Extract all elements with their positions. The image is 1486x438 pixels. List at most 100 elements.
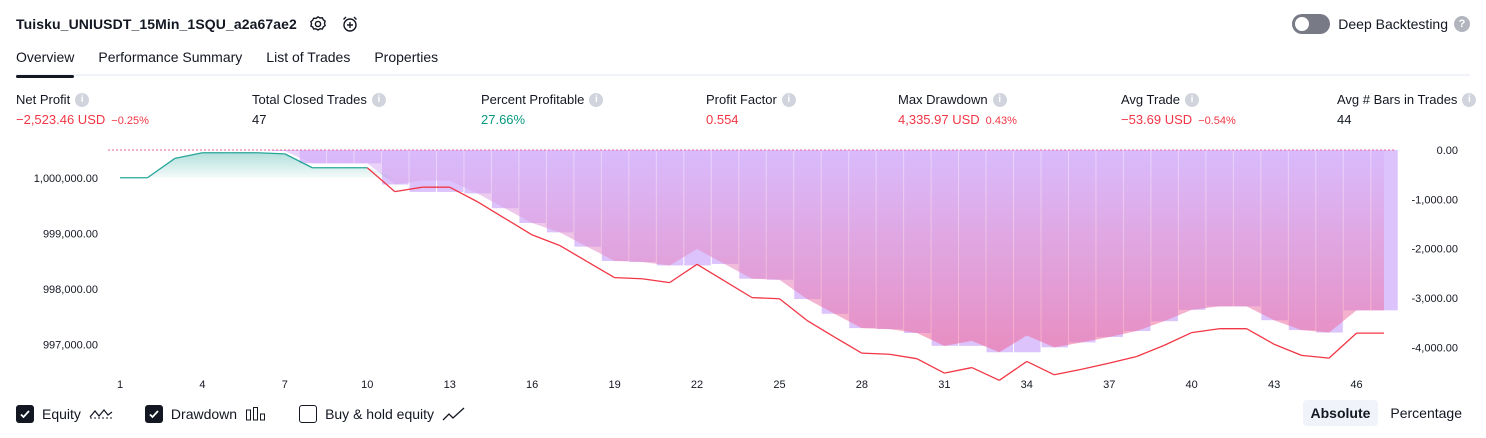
tab-properties[interactable]: Properties [374, 46, 438, 76]
report-tabs: Overview Performance Summary List of Tra… [16, 46, 1470, 78]
x-axis-label: 34 [1021, 379, 1033, 390]
metric-avg-bars-in-trades: Avg # Bars in Trades i 44 [1337, 92, 1477, 127]
info-icon[interactable]: i [1462, 92, 1477, 107]
metrics-row: Net Profit i −2,523.46 USD −0.25% Total Cl… [16, 92, 1477, 132]
x-axis-label: 37 [1103, 379, 1115, 390]
equity-segment [1246, 328, 1275, 345]
scale-switch: Absolute Percentage [1299, 400, 1471, 426]
right-axis-label: -4,000.00 [1412, 342, 1458, 354]
legend-equity-label: Equity [42, 406, 81, 422]
x-axis-label: 46 [1350, 379, 1362, 390]
metric-value: −2,523.46 USD [16, 112, 106, 127]
equity-checkbox[interactable] [16, 405, 34, 423]
equity-segment [1136, 344, 1165, 358]
metric-label: Net Profit [16, 92, 71, 107]
chart-legend: Equity Drawdown Buy & hold equity [16, 402, 498, 426]
equity-area [120, 150, 1384, 353]
strategy-title: Tuisku_UNIUSDT_15Min_1SQU_a2a67ae2 [16, 16, 297, 32]
info-icon[interactable]: i [371, 92, 386, 107]
strategy-header: Tuisku_UNIUSDT_15Min_1SQU_a2a67ae2 [16, 12, 361, 36]
right-axis-label: -1,000.00 [1412, 194, 1458, 206]
legend-equity[interactable]: Equity [16, 405, 113, 423]
info-icon[interactable]: i [781, 92, 796, 107]
x-axis-label: 16 [526, 379, 538, 390]
right-axis-label: 0.00 [1437, 145, 1458, 157]
equity-segment [1026, 360, 1055, 376]
equity-segment [641, 278, 670, 284]
x-axis-label: 4 [199, 379, 205, 390]
metric-profit-factor: Profit Factor i 0.554 [706, 92, 796, 127]
info-icon[interactable]: i [992, 92, 1007, 107]
x-axis-label: 22 [691, 379, 703, 390]
legend-buy-hold[interactable]: Buy & hold equity [299, 405, 466, 423]
metric-label: Profit Factor [706, 92, 777, 107]
equity-segment [559, 244, 588, 263]
metric-percent: −0.54% [1198, 115, 1236, 127]
alarm-clock-add-icon[interactable] [339, 13, 361, 35]
metric-value: 47 [252, 112, 267, 127]
equity-segment [614, 277, 643, 280]
equity-segment [1109, 355, 1137, 364]
help-icon[interactable]: ? [1454, 16, 1470, 32]
left-axis-label: 998,000.00 [43, 284, 98, 296]
metric-value: 27.66% [481, 112, 526, 127]
equity-segment [916, 358, 945, 374]
equity-segment [1301, 354, 1330, 359]
equity-segment [696, 263, 725, 282]
equity-segment [1054, 368, 1082, 376]
legend-drawdown-label: Drawdown [170, 406, 238, 422]
percentage-button[interactable]: Percentage [1382, 400, 1470, 426]
tab-performance-summary[interactable]: Performance Summary [98, 46, 242, 76]
equity-segment [834, 336, 863, 354]
tab-overview[interactable]: Overview [16, 46, 75, 78]
settings-icon[interactable] [307, 13, 329, 35]
x-axis-label: 19 [608, 379, 620, 390]
metric-percent: −0.25% [111, 115, 149, 127]
left-axis-label: 999,000.00 [43, 228, 98, 240]
deep-backtesting-label: Deep Backtesting [1338, 16, 1448, 32]
legend-buy-hold-label: Buy & hold equity [325, 406, 435, 422]
x-axis-label: 40 [1186, 379, 1198, 390]
deep-backtesting-toggle[interactable] [1292, 14, 1331, 34]
equity-segment [861, 352, 890, 355]
info-icon[interactable]: i [1185, 92, 1200, 107]
metric-percent-profitable: Percent Profitable i 27.66% [481, 92, 604, 127]
metric-label: Avg Trade [1121, 92, 1181, 107]
equity-segment [1081, 362, 1110, 370]
metric-label: Avg # Bars in Trades [1337, 92, 1458, 107]
metric-max-drawdown: Max Drawdown i 4,335.97 USD 0.43% [898, 92, 1017, 127]
left-axis-label: 1,000,000.00 [34, 173, 98, 185]
info-icon[interactable]: i [75, 92, 90, 107]
absolute-button[interactable]: Absolute [1302, 400, 1379, 426]
equity-segment [889, 353, 917, 360]
equity-segment [669, 263, 698, 284]
x-axis-label: 10 [361, 379, 373, 390]
right-axis-label: -3,000.00 [1412, 293, 1458, 305]
metric-percent: 0.43% [985, 115, 1017, 127]
x-axis-label: 13 [444, 379, 456, 390]
equity-segment [1191, 328, 1220, 334]
equity-line-icon [89, 406, 113, 422]
drawdown-bars-icon [245, 406, 267, 422]
buy-hold-checkbox[interactable] [299, 405, 318, 423]
drawdown-checkbox[interactable] [144, 405, 163, 423]
legend-drawdown[interactable]: Drawdown [144, 405, 267, 423]
x-axis-label: 43 [1268, 379, 1280, 390]
equity-drawdown-chart[interactable]: 1,000,000.00 999,000.00 998,000.00 997,000.… [0, 140, 1486, 390]
x-axis-label: 28 [856, 379, 868, 390]
metric-net-profit: Net Profit i −2,523.46 USD −0.25% [16, 92, 149, 127]
x-axis-label: 1 [117, 379, 123, 390]
equity-segment [724, 280, 753, 299]
deep-backtesting-control: Deep Backtesting ? [1292, 12, 1470, 36]
equity-segment [971, 366, 1000, 381]
info-icon[interactable]: i [589, 92, 604, 107]
metric-value: −53.69 USD [1121, 112, 1193, 127]
metric-value: 44 [1337, 112, 1352, 127]
tab-list-of-trades[interactable]: List of Trades [266, 46, 350, 76]
buy-hold-line-icon [442, 406, 466, 422]
metric-value: 4,335.97 USD [898, 112, 980, 127]
equity-segment [751, 296, 780, 300]
x-axis-label: 31 [938, 379, 950, 390]
equity-segment [1273, 343, 1302, 356]
equity-segment [998, 360, 1028, 381]
